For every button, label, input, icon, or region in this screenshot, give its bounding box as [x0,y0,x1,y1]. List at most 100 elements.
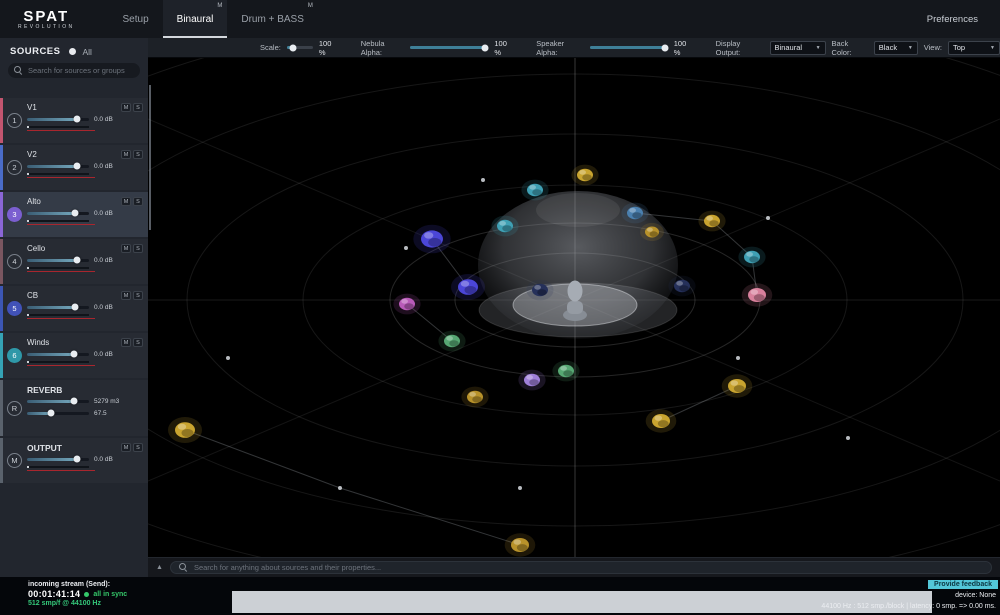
sources-toggle[interactable] [69,48,76,55]
tab-setup[interactable]: Setup [109,0,163,38]
scene-source-object[interactable] [646,409,677,432]
source-number-badge[interactable]: 2 [7,160,22,175]
source-number-badge[interactable]: M [7,453,22,468]
source-item-v1[interactable]: 1 V1 M S 0.0 dB [0,98,148,143]
source-item-cb[interactable]: 5 CB M S 0.0 dB [0,286,148,331]
level-meter [27,267,99,274]
display-output-dropdown[interactable]: Binaural ▼ [770,41,826,55]
tab-label: Binaural [177,14,214,25]
source-item-cello[interactable]: 4 Cello M S 0.0 dB [0,239,148,284]
source-name: Cello [27,244,45,253]
source-level-slider[interactable] [27,458,89,461]
tab-drum-bass[interactable]: Drum + BASS M [227,0,318,38]
back-color-value: Black [879,43,897,52]
solo-button[interactable]: S [133,150,143,159]
view-value: Top [953,43,965,52]
scene-source-object[interactable] [505,533,536,556]
source-number-badge[interactable]: R [7,401,22,416]
scene-source-object[interactable] [451,274,485,300]
source-level-slider[interactable] [27,165,89,168]
scene-source-object[interactable] [461,387,488,408]
solo-button[interactable]: S [133,103,143,112]
all-filter[interactable]: All [82,47,91,57]
source-name: Winds [27,338,49,347]
view-toolbar: Scale: 100 % Nebula Alpha: 100 % Speaker… [148,38,1000,58]
source-number-badge[interactable]: 6 [7,348,22,363]
solo-button[interactable]: S [133,291,143,300]
scene-source-object[interactable] [168,417,202,443]
scene-source-object[interactable] [668,276,695,297]
solo-button[interactable]: S [133,244,143,253]
source-number-badge[interactable]: 1 [7,113,22,128]
solo-button[interactable]: S [133,338,143,347]
scene-source-object[interactable] [571,165,598,186]
search-icon [14,66,23,75]
scene-source-object[interactable] [698,211,725,232]
view-label: View: [924,43,942,52]
scene-source-object[interactable] [393,294,420,315]
top-bar: SPAT REVOLUTION Setup Binaural M Drum + … [0,0,1000,38]
display-output-label: Display Output: [716,39,764,57]
chevron-down-icon: ▼ [816,45,821,51]
source-item-reverb[interactable]: R REVERB 5279 m3 67.5 [0,380,148,436]
sources-sidebar: SOURCES All Search for sources or groups… [0,38,148,577]
scene-source-object[interactable] [621,203,648,224]
view-dropdown[interactable]: Top ▼ [948,41,1000,55]
source-value: 0.0 dB [94,257,113,264]
chevron-down-icon: ▼ [908,45,913,51]
scene-source-object[interactable] [413,225,450,254]
scene-source-object[interactable] [722,374,753,397]
collapse-arrow-icon[interactable]: ▲ [156,564,163,571]
sample-info: 512 smp/f @ 44100 Hz [28,600,127,607]
source-level-slider[interactable] [27,118,89,121]
scene-source-object[interactable] [521,180,548,201]
spatial-3d-view[interactable] [148,58,1000,557]
sources-search-input[interactable]: Search for sources or groups [8,63,140,78]
scene-source-object[interactable] [526,280,553,301]
mute-button[interactable]: M [121,197,131,206]
mute-button[interactable]: M [121,291,131,300]
tab-binaural[interactable]: Binaural M [163,0,228,38]
global-search-input[interactable]: Search for anything about sources and th… [170,561,992,574]
source-level-slider[interactable] [27,400,89,403]
sync-status-icon [84,592,89,597]
source-color-stripe [0,333,3,378]
scene-source-object[interactable] [738,247,765,268]
back-color-dropdown[interactable]: Black ▼ [874,41,918,55]
nebula-alpha-slider[interactable] [410,46,488,49]
scene-source-object[interactable] [742,283,773,306]
speaker-alpha-slider[interactable] [590,46,668,49]
scene-source-object[interactable] [518,370,545,391]
scene-source-object[interactable] [552,361,579,382]
solo-button[interactable]: S [133,197,143,206]
3d-scene[interactable] [148,58,1000,557]
provide-feedback-button[interactable]: Provide feedback [928,580,998,589]
source-level-slider[interactable] [27,353,89,356]
scale-slider[interactable] [287,46,313,49]
view-scrollbar[interactable] [149,85,151,230]
level-meter [27,361,99,368]
source-level-slider[interactable] [27,306,89,309]
preferences-button[interactable]: Preferences [927,14,978,25]
source-item-winds[interactable]: 6 Winds M S 0.0 dB [0,333,148,378]
source-item-output[interactable]: M OUTPUT M S 0.0 dB [0,438,148,483]
source-number-badge[interactable]: 5 [7,301,22,316]
source-item-v2[interactable]: 2 V2 M S 0.0 dB [0,145,148,190]
scene-source-object[interactable] [438,331,465,352]
mute-button[interactable]: M [121,103,131,112]
source-number-badge[interactable]: 3 [7,207,22,222]
source-level-slider[interactable] [27,412,89,415]
scene-source-object[interactable] [640,223,664,241]
stream-status: incoming stream (Send): 00:01:41:14 all … [28,581,127,607]
source-level-slider[interactable] [27,212,89,215]
mute-button[interactable]: M [121,338,131,347]
source-number-badge[interactable]: 4 [7,254,22,269]
mute-button[interactable]: M [121,244,131,253]
source-name: REVERB [27,385,62,395]
scene-source-object[interactable] [491,216,518,237]
solo-button[interactable]: S [133,443,143,452]
mute-button[interactable]: M [121,443,131,452]
mute-button[interactable]: M [121,150,131,159]
source-item-alto[interactable]: 3 Alto M S 0.0 dB [0,192,148,237]
source-level-slider[interactable] [27,259,89,262]
